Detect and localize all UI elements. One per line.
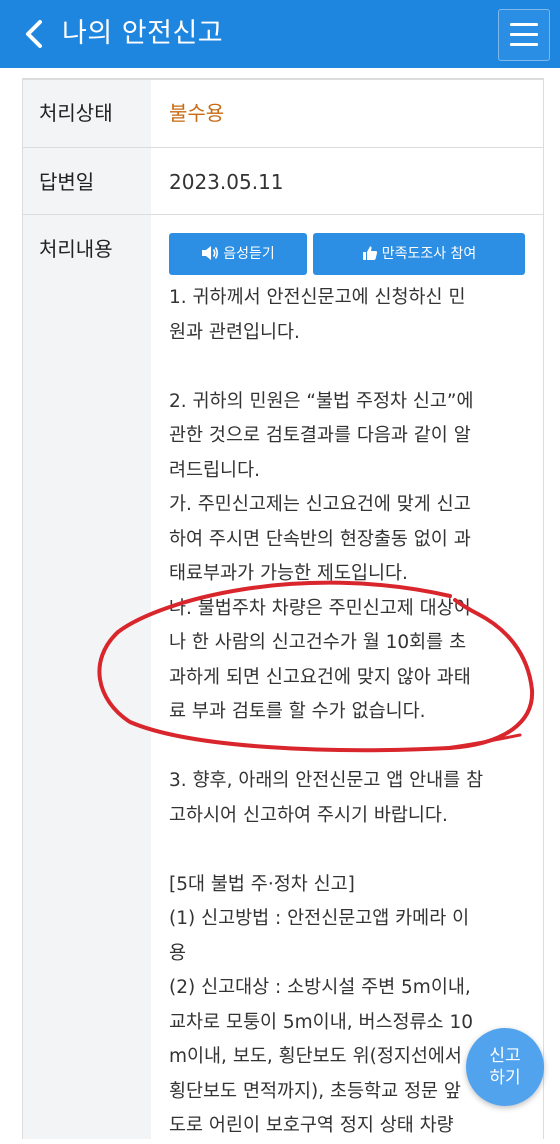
content-line: 가. 주민신고제는 신고요건에 맞게 신고 [169,494,471,515]
content-line: 도로 어린이 보호구역 정지 상태 차량 [169,1115,454,1136]
answer-date-label: 답변일 [39,170,95,194]
survey-label: 만족도조사 참여 [381,246,477,262]
report-detail-table: 처리상태 불수용 답변일 2023.05.11 처리내용 음성듣기 만족도조사 … [22,78,544,1139]
content-line: 고하시어 신고하여 주시기 바랍니다. [169,804,448,826]
row-divider [23,214,543,215]
fab-label-line1: 신고 [489,1046,521,1066]
content-line: 용 [169,942,187,964]
content-line: [5대 불법 주·정차 신고] [169,873,355,895]
thumbs-up-icon [362,246,377,260]
page-title: 나의 안전신고 [62,18,224,49]
speaker-icon [202,246,219,260]
content-line: 과하게 되면 신고요건에 맞지 않아 과태 [169,666,471,688]
content-label: 처리내용 [39,237,113,261]
status-label: 처리상태 [39,101,113,125]
content-line: (1) 신고방법 : 안전신문고앱 카메라 이 [169,908,470,929]
content-line: 나 한 사람의 신고건수가 월 10회를 초 [169,632,467,653]
answer-date-value: 2023.05.11 [169,170,284,194]
content-line: 1. 귀하께서 안전신문고에 신청하신 민 [169,287,466,308]
listen-audio-label: 음성듣기 [223,246,275,262]
survey-button[interactable]: 만족도조사 참여 [313,233,525,275]
fab-label-line2: 하기 [489,1068,521,1088]
app-header: 나의 안전신고 [0,0,560,68]
report-fab-button[interactable]: 신고 하기 [466,1028,544,1106]
hamburger-menu-icon[interactable] [498,9,550,61]
row-divider [23,147,543,148]
listen-audio-button[interactable]: 음성듣기 [169,233,307,275]
content-line: 하여 주시면 단속반의 현장출동 없이 과 [169,528,471,550]
content-line: 태료부과가 가능한 제도입니다. [169,563,408,584]
content-line: (2) 신고대상 : 소방시설 주변 5m이내, [169,977,471,998]
content-line: 려드립니다. [169,459,260,481]
content-line: 료 부과 검토를 할 수가 없습니다. [169,701,426,722]
content-line: 원과 관련입니다. [169,321,300,343]
row-divider [23,79,543,80]
status-value: 불수용 [169,101,225,125]
content-line: 나. 불법주차 차량은 주민신고제 대상이 [169,597,471,619]
back-arrow-icon[interactable] [18,17,50,51]
processing-content: 1. 귀하께서 안전신문고에 신청하신 민원과 관련입니다. 2. 귀하의 민원은… [169,281,539,1144]
content-line: 관한 것으로 검토결과를 다음과 같이 알 [169,425,471,446]
content-line: 2. 귀하의 민원은 “불법 주정차 신고”에 [169,390,474,412]
content-line: 3. 향후, 아래의 안전신문고 앱 안내를 참 [169,770,484,791]
